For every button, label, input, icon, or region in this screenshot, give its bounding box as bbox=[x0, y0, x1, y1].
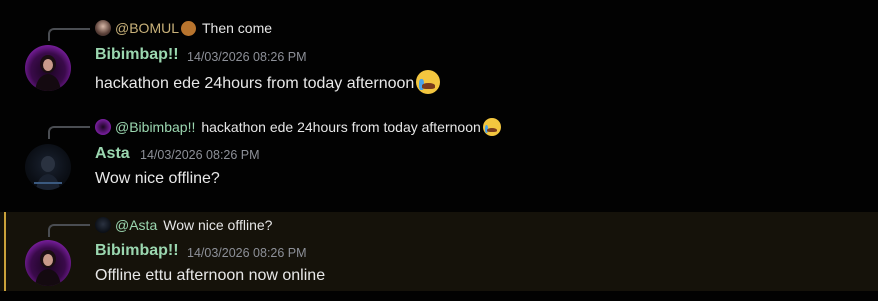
loudly-crying-face-icon bbox=[482, 118, 501, 136]
reply-connector bbox=[48, 224, 90, 237]
reply-username[interactable]: @BOMUL bbox=[115, 20, 179, 36]
reply-preview[interactable]: @BOMUL Then come bbox=[95, 19, 272, 37]
reply-username[interactable]: @Asta bbox=[115, 217, 157, 233]
reply-avatar bbox=[95, 20, 111, 36]
author-name[interactable]: Bibimbap!! bbox=[95, 46, 179, 64]
reply-connector bbox=[48, 28, 90, 41]
avatar-figure-icon bbox=[34, 156, 62, 190]
reply-text: Wow nice offline? bbox=[163, 217, 273, 233]
chat-message-list: @BOMUL Then come Bibimbap!! 14/03/2026 0… bbox=[0, 0, 878, 301]
avatar-figure-icon bbox=[35, 250, 61, 286]
avatar[interactable] bbox=[25, 45, 71, 91]
message-item-highlighted[interactable]: @Asta Wow nice offline? Bibimbap!! 14/03… bbox=[0, 212, 878, 291]
timestamp: 14/03/2026 08:26 PM bbox=[187, 50, 307, 64]
timestamp: 14/03/2026 08:26 PM bbox=[187, 246, 307, 260]
reply-preview[interactable]: @Bibimbap!! hackathon ede 24hours from t… bbox=[95, 118, 501, 136]
sheep-emoji-icon bbox=[181, 20, 196, 36]
author-name[interactable]: Bibimbap!! bbox=[95, 242, 179, 260]
reply-avatar bbox=[95, 119, 111, 135]
author-name[interactable]: Asta bbox=[95, 145, 130, 163]
message-item[interactable]: @BOMUL Then come Bibimbap!! 14/03/2026 0… bbox=[0, 0, 878, 110]
message-content: Wow nice offline? bbox=[95, 170, 220, 187]
timestamp: 14/03/2026 08:26 PM bbox=[140, 148, 260, 162]
reply-text: hackathon ede 24hours from today afterno… bbox=[201, 119, 481, 135]
reply-text: Then come bbox=[202, 20, 273, 36]
message-content: hackathon ede 24hours from today afterno… bbox=[95, 70, 441, 94]
message-text: hackathon ede 24hours from today afterno… bbox=[95, 75, 415, 92]
reply-connector bbox=[48, 126, 90, 139]
reply-preview[interactable]: @Asta Wow nice offline? bbox=[95, 216, 272, 234]
reply-avatar bbox=[95, 217, 111, 233]
avatar[interactable] bbox=[25, 144, 71, 190]
loudly-crying-face-icon bbox=[416, 70, 441, 94]
message-content: Offline ettu afternoon now online bbox=[95, 267, 326, 284]
reply-username[interactable]: @Bibimbap!! bbox=[115, 119, 195, 135]
avatar-figure-icon bbox=[35, 55, 61, 91]
message-item[interactable]: @Bibimbap!! hackathon ede 24hours from t… bbox=[0, 110, 878, 210]
avatar[interactable] bbox=[25, 240, 71, 286]
